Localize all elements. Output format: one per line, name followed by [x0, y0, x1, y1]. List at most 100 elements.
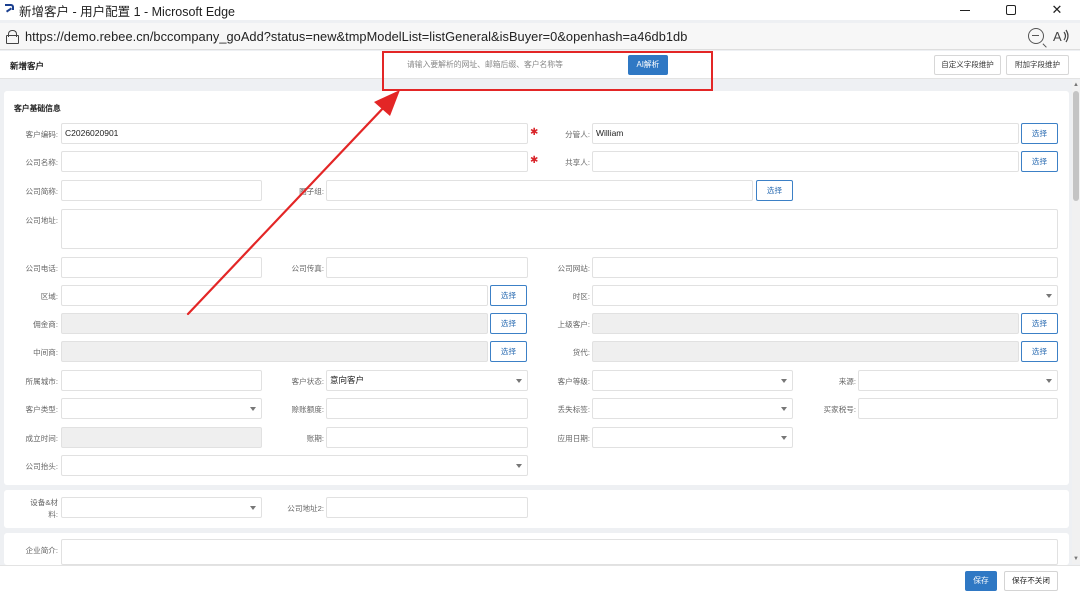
timezone-label: 时区:	[572, 292, 590, 301]
address2-label: 公司地址2:	[287, 504, 324, 513]
region-label: 区域:	[40, 292, 58, 301]
svg-text:A: A	[1053, 29, 1062, 44]
page-title: 新增客户	[10, 61, 45, 71]
window-title-bar: 新增客户 - 用户配置 1 - Microsoft Edge ✕	[0, 0, 1080, 20]
commission-input	[61, 313, 488, 334]
address-bar[interactable]: https://demo.rebee.cn/bccompany_goAdd?st…	[0, 23, 1080, 50]
address-textarea[interactable]	[61, 209, 1058, 249]
section-title: 客户基础信息	[14, 104, 61, 113]
short-name-label: 公司简称:	[25, 187, 58, 196]
sharer-select-button[interactable]: 选择	[1021, 151, 1058, 172]
address2-input[interactable]	[326, 497, 528, 518]
scroll-down-icon[interactable]: ▼	[1073, 556, 1079, 562]
group-select-button[interactable]: 选择	[756, 180, 793, 201]
equipment-select[interactable]	[61, 497, 262, 518]
type-select[interactable]	[61, 398, 262, 419]
equipment-label-line2: 料:	[48, 510, 58, 519]
source-label: 来源:	[838, 377, 856, 386]
commission-select-button[interactable]: 选择	[490, 313, 527, 334]
scrollbar-thumb[interactable]	[1073, 91, 1079, 201]
website-input[interactable]	[592, 257, 1058, 278]
sharer-label: 共享人:	[565, 158, 590, 167]
custom-fields-button[interactable]: 自定义字段维护	[934, 55, 1001, 75]
city-input[interactable]	[61, 370, 262, 391]
middleman-select-button[interactable]: 选择	[490, 341, 527, 362]
minimize-button[interactable]	[942, 0, 988, 20]
window-title: 新增客户 - 用户配置 1 - Microsoft Edge	[19, 4, 236, 19]
forwarder-label: 货代:	[572, 348, 590, 357]
letterhead-label: 公司抬头:	[25, 462, 58, 471]
phone-label: 公司电话:	[25, 264, 58, 273]
save-button[interactable]: 保存	[965, 571, 997, 591]
zoom-out-icon[interactable]	[1028, 28, 1044, 44]
apply-date-label: 应用日期:	[557, 434, 590, 443]
parent-customer-select-button[interactable]: 选择	[1021, 313, 1058, 334]
website-label: 公司网站:	[557, 264, 590, 273]
customer-code-input[interactable]: C2026020901	[61, 123, 528, 144]
loss-tag-label: 丢失标签:	[557, 405, 590, 414]
account-period-label: 账期:	[306, 434, 324, 443]
forwarder-select-button[interactable]: 选择	[1021, 341, 1058, 362]
required-mark: ✱	[530, 155, 539, 166]
founded-label: 成立时间:	[25, 434, 58, 443]
app-logo-icon	[4, 4, 14, 16]
manager-label: 分管人:	[565, 130, 590, 139]
maximize-icon	[1006, 5, 1016, 15]
manager-input[interactable]: William	[592, 123, 1019, 144]
url-text[interactable]: https://demo.rebee.cn/bccompany_goAdd?st…	[25, 29, 687, 44]
intro-textarea[interactable]	[61, 539, 1058, 565]
scroll-up-icon[interactable]: ▲	[1073, 82, 1079, 88]
apply-date-select[interactable]	[592, 427, 793, 448]
level-label: 客户等级:	[557, 377, 590, 386]
parent-customer-input	[592, 313, 1019, 334]
window-controls: ✕	[942, 0, 1080, 20]
short-name-input[interactable]	[61, 180, 262, 201]
middleman-label: 中间商:	[33, 348, 58, 357]
founded-input[interactable]	[61, 427, 262, 448]
status-label: 客户状态:	[291, 377, 324, 386]
middleman-input	[61, 341, 488, 362]
region-input[interactable]	[61, 285, 488, 306]
fax-input[interactable]	[326, 257, 528, 278]
sharer-input[interactable]	[592, 151, 1019, 172]
region-select-button[interactable]: 选择	[490, 285, 527, 306]
lock-icon[interactable]	[6, 30, 19, 44]
type-label: 客户类型:	[25, 405, 58, 414]
company-name-label: 公司名称:	[25, 158, 58, 167]
read-aloud-icon[interactable]: A	[1052, 28, 1072, 44]
parent-customer-label: 上级客户:	[557, 320, 590, 329]
customer-code-label: 客户编码:	[25, 130, 58, 139]
equipment-label-line1: 设备&材	[30, 498, 58, 507]
fax-label: 公司传真:	[291, 264, 324, 273]
save-keep-open-button[interactable]: 保存不关闭	[1004, 571, 1058, 591]
source-select[interactable]	[858, 370, 1058, 391]
annotation-highlight-box	[382, 51, 713, 91]
forwarder-input	[592, 341, 1019, 362]
company-name-input[interactable]	[61, 151, 528, 172]
status-select[interactable]: 意向客户	[326, 370, 528, 391]
level-select[interactable]	[592, 370, 793, 391]
minimize-icon	[960, 9, 970, 11]
phone-input[interactable]	[61, 257, 262, 278]
address-bar-icons: A	[1028, 28, 1072, 44]
tax-no-input[interactable]	[858, 398, 1058, 419]
address-label: 公司地址:	[25, 216, 58, 225]
extra-fields-button[interactable]: 附加字段维护	[1006, 55, 1069, 75]
manager-select-button[interactable]: 选择	[1021, 123, 1058, 144]
letterhead-select[interactable]	[61, 455, 528, 476]
account-period-input[interactable]	[326, 427, 528, 448]
timezone-select[interactable]	[592, 285, 1058, 306]
group-input[interactable]	[326, 180, 753, 201]
close-icon: ✕	[1051, 2, 1063, 17]
loss-tag-select[interactable]	[592, 398, 793, 419]
credit-input[interactable]	[326, 398, 528, 419]
close-window-button[interactable]: ✕	[1034, 0, 1080, 20]
commission-label: 佣金商:	[33, 320, 58, 329]
footer-bar: 保存 保存不关闭	[0, 565, 1080, 591]
required-mark: ✱	[530, 127, 539, 138]
credit-label: 赊账额度:	[291, 405, 324, 414]
maximize-button[interactable]	[988, 0, 1034, 20]
city-label: 所属城市:	[25, 377, 58, 386]
group-label: 圈子组:	[299, 187, 324, 196]
intro-label: 企业简介:	[25, 546, 58, 555]
